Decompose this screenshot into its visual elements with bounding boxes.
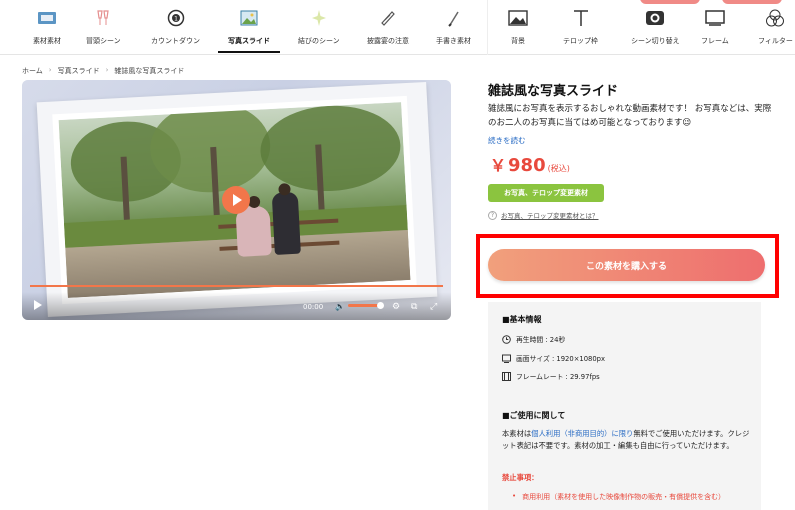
breadcrumb: ホーム › 写真スライド › 雑誌風な写真スライド [22, 66, 184, 76]
settings-icon[interactable]: ⚙ [392, 302, 400, 312]
bullet: • [512, 492, 517, 500]
spec-text: 画面サイズ : 1920×1080px [516, 355, 606, 363]
pen-icon [442, 8, 466, 28]
nav-label: 披露宴の注意 [367, 37, 409, 45]
current-time: 00:00 [303, 303, 324, 311]
nav-item-filter[interactable]: フィルター [758, 8, 793, 52]
nav-item-photo-slide[interactable]: 写真スライド [218, 8, 280, 53]
breadcrumb-category[interactable]: 写真スライド [58, 66, 100, 76]
image-icon [506, 8, 530, 28]
prohibited-heading: 禁止事項： [502, 473, 539, 482]
play-button[interactable] [222, 186, 250, 214]
nav-item-handwritten[interactable]: 手書き素材 [436, 8, 471, 52]
nav-item-notice[interactable]: 披露宴の注意 [367, 8, 409, 52]
spec-framerate: フレームレート : 29.97fps [502, 371, 600, 381]
buy-button[interactable]: この素材を購入する [488, 249, 765, 281]
nav-label: テロップ枠 [563, 37, 598, 45]
prohibited-item: • 商用利用（素材を使用した映像制作物の販売・有償提供を含む） [512, 492, 725, 502]
frame-icon [703, 8, 727, 28]
spec-text: 再生時間 : 24秒 [516, 336, 566, 344]
photo-slide-icon [237, 8, 261, 28]
nav-item-transition[interactable]: シーン切り替え [631, 8, 680, 52]
video-progress-bar[interactable] [30, 285, 443, 287]
play-icon[interactable] [34, 300, 42, 310]
volume-slider[interactable] [348, 304, 380, 307]
top-navigation: 素材素材 冒頭シーン 1 カウントダウン 写真スライド 結びのシーン 披露宴の注… [0, 0, 795, 55]
header-pill-button-2[interactable] [722, 0, 782, 4]
price-value: 980 [508, 155, 546, 176]
text-t-icon [569, 8, 593, 28]
breadcrumb-separator: › [48, 66, 52, 74]
usage-heading: ■ご使用に関して [502, 411, 566, 420]
pip-icon[interactable]: ⧉ [411, 302, 417, 312]
nav-label: 背景 [511, 37, 525, 45]
read-more-link[interactable]: 続きを読む [488, 135, 526, 146]
svg-text:1: 1 [174, 16, 178, 23]
nav-item-opening[interactable]: 冒頭シーン [86, 8, 121, 52]
spec-text: フレームレート : 29.97fps [516, 373, 600, 381]
nav-item-materials[interactable]: 素材素材 [33, 8, 61, 52]
toast-glasses-icon [91, 8, 115, 28]
nav-label: シーン切り替え [631, 37, 680, 45]
question-icon: ? [488, 210, 497, 220]
buy-highlight-box: この素材を購入する [476, 234, 779, 298]
nav-label: フィルター [758, 37, 793, 45]
countdown-icon: 1 [164, 8, 188, 28]
fullscreen-icon[interactable]: ⤢ [430, 302, 437, 312]
sparkle-icon [307, 8, 331, 28]
help-link-text: お写真、テロップ変更素材とは？ [501, 212, 599, 220]
spec-screen-size: 画面サイズ : 1920×1080px [502, 353, 605, 363]
edit-material-button[interactable]: お写真、テロップ変更素材 [488, 184, 604, 202]
nav-item-ending[interactable]: 結びのシーン [298, 8, 340, 52]
groom [271, 191, 302, 255]
header-pill-button[interactable] [640, 0, 700, 4]
usage-highlight: 個人利用（非商用目的）に限り [531, 429, 634, 438]
screen-size-icon [502, 354, 511, 363]
help-link[interactable]: ? お写真、テロップ変更素材とは？ [488, 210, 599, 220]
nav-label: フレーム [701, 37, 729, 45]
nav-label: カウントダウン [151, 37, 200, 45]
clock-icon [502, 334, 511, 344]
film-icon [502, 371, 511, 381]
breadcrumb-separator: › [105, 66, 109, 74]
video-player[interactable]: 00:00 🔊 ⚙ ⧉ ⤢ [22, 80, 451, 320]
tax-note: (税込) [547, 164, 570, 173]
nav-label: 写真スライド [228, 37, 270, 45]
spec-duration: 再生時間 : 24秒 [502, 334, 565, 344]
breadcrumb-current: 雑誌風な写真スライド [114, 67, 185, 75]
nav-label: 手書き素材 [436, 37, 471, 45]
nav-item-telop[interactable]: テロップ枠 [563, 8, 598, 52]
info-panel: ■基本情報 再生時間 : 24秒 画面サイズ : 1920×1080px フレー… [488, 302, 761, 510]
nav-item-countdown[interactable]: 1 カウントダウン [151, 8, 200, 52]
price-symbol: ￥ [490, 156, 507, 175]
prohibited-text: 商用利用（素材を使用した映像制作物の販売・有償提供を含む） [522, 493, 726, 501]
breadcrumb-home[interactable]: ホーム [22, 66, 43, 76]
volume-knob[interactable] [377, 302, 384, 309]
video-clip-icon [35, 8, 59, 28]
page-title: 雑誌風な写真スライド [488, 84, 619, 99]
scroll-icon [376, 8, 400, 28]
price: ￥ 980 (税込) [490, 152, 570, 176]
player-controls: 00:00 🔊 ⚙ ⧉ ⤢ [22, 292, 451, 320]
volume-icon[interactable]: 🔊 [335, 302, 345, 311]
nav-divider [487, 0, 488, 55]
nav-label: 素材素材 [33, 37, 61, 45]
product-description: 雑誌風にお写真を表示するおしゃれな動画素材です！ お写真などは、実際のお二人のお… [488, 104, 772, 128]
transition-icon [643, 8, 667, 28]
usage-text: 本素材は個人利用（非商用目的）に限り無料でご使用いただけます。クレジット表記は不… [502, 428, 752, 452]
nav-item-background[interactable]: 背景 [506, 8, 530, 52]
nav-label: 結びのシーン [298, 37, 340, 45]
nav-label: 冒頭シーン [86, 37, 121, 45]
basic-info-heading: ■基本情報 [502, 315, 542, 324]
filter-circles-icon [763, 8, 787, 28]
nav-item-frame[interactable]: フレーム [701, 8, 729, 52]
usage-pre: 本素材は [502, 429, 532, 438]
